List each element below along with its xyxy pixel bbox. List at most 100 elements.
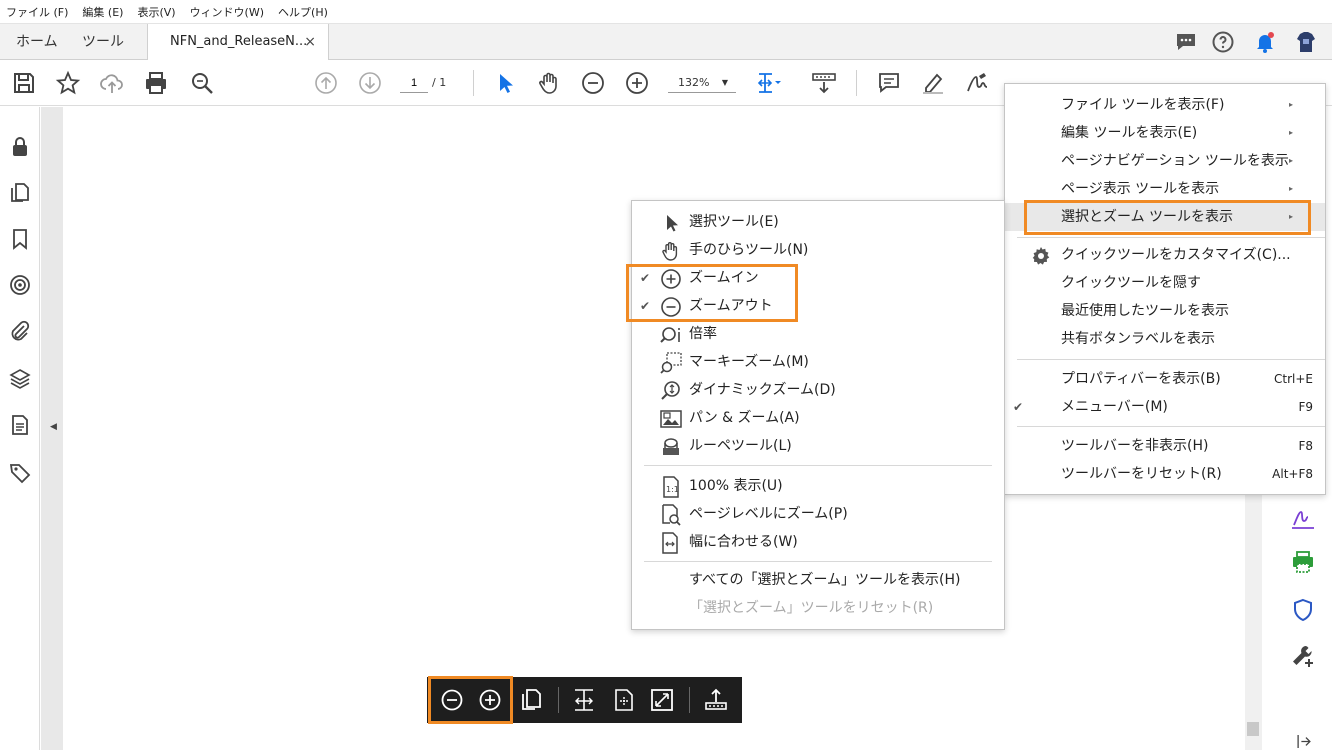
bell-icon[interactable]: [1253, 30, 1277, 54]
toolbar-divider: [473, 70, 474, 96]
save-icon[interactable]: [11, 70, 37, 96]
pages-icon[interactable]: [9, 181, 31, 203]
lock-icon[interactable]: [9, 135, 31, 157]
submenu-item-label: 手のひらツール(N): [689, 242, 809, 258]
menu-item-edit-tools[interactable]: 編集 ツールを表示(E) ▸: [1005, 119, 1325, 147]
submenu-item-label: ページレベルにズーム(P): [689, 506, 848, 522]
tab-document[interactable]: NFN_and_ReleaseN... ×: [147, 24, 329, 61]
tab-tools[interactable]: ツール: [82, 24, 124, 60]
fit-page-icon[interactable]: [756, 70, 782, 96]
menu-item-hide-quick-tools[interactable]: クイックツールを隠す: [1005, 269, 1325, 297]
submenu-item-dynamic-zoom[interactable]: ダイナミックズーム(D): [632, 376, 1004, 404]
submenu-item-magnification[interactable]: 倍率: [632, 320, 1004, 348]
bookmark-icon[interactable]: [9, 228, 31, 250]
menu-item-show-properties-bar[interactable]: プロパティバーを表示(B) Ctrl+E: [1005, 365, 1325, 393]
collapse-left-pane-icon[interactable]: ◀: [50, 422, 57, 432]
full-screen-icon[interactable]: [649, 687, 675, 713]
menu-item-reset-toolbar[interactable]: ツールバーをリセット(R) Alt+F8: [1005, 460, 1325, 488]
close-icon[interactable]: ×: [304, 24, 316, 60]
scroll-mode-icon[interactable]: [811, 70, 837, 96]
menu-item-page-display-tools[interactable]: ページ表示 ツールを表示 ▸: [1005, 175, 1325, 203]
svg-text:1:1: 1:1: [666, 485, 679, 494]
fit-width-icon: [660, 532, 682, 554]
page-zoom-icon: [660, 504, 682, 526]
submenu-item-select-tool[interactable]: 選択ツール(E): [632, 208, 1004, 236]
attachment-icon[interactable]: [9, 320, 31, 342]
submenu-item-label: 幅に合わせる(W): [689, 534, 798, 550]
submenu-item-loupe-tool[interactable]: ルーペツール(L): [632, 432, 1004, 460]
toolbar-divider: [856, 70, 857, 96]
magnifier-icon: [660, 324, 682, 346]
submenu-item-hand-tool[interactable]: 手のひらツール(N): [632, 236, 1004, 264]
select-tool-icon[interactable]: [492, 70, 518, 96]
comment-icon[interactable]: [1174, 30, 1198, 54]
prev-page-icon[interactable]: [313, 70, 339, 96]
menu-item-customize-quick-tools[interactable]: クイックツールをカスタマイズ(C)...: [1005, 241, 1325, 269]
menu-item-label: ページナビゲーション ツールを表示: [1061, 153, 1289, 169]
tag-icon[interactable]: [9, 462, 31, 484]
menu-item-label: クイックツールを隠す: [1061, 275, 1201, 291]
submenu-item-label: ダイナミックズーム(D): [689, 382, 836, 398]
next-page-icon[interactable]: [357, 70, 383, 96]
scrollbar-thumb[interactable]: [1247, 722, 1259, 736]
menu-help[interactable]: ヘルプ(H): [278, 4, 328, 20]
highlight-box: [428, 676, 513, 724]
help-icon[interactable]: [1211, 30, 1235, 54]
page-number-input[interactable]: [400, 73, 428, 93]
checkmark-icon: ✔: [1013, 400, 1024, 414]
target-icon[interactable]: [9, 274, 31, 296]
star-icon[interactable]: [55, 70, 81, 96]
dynamic-zoom-icon: [660, 380, 682, 402]
marquee-zoom-icon: [660, 352, 682, 374]
search-icon[interactable]: [189, 70, 215, 96]
menu-item-page-navigation-tools[interactable]: ページナビゲーション ツールを表示 ▸: [1005, 147, 1325, 175]
toolbar-context-menu: ファイル ツールを表示(F) ▸ 編集 ツールを表示(E) ▸ ページナビゲーシ…: [1004, 83, 1326, 495]
menu-item-menu-bar[interactable]: ✔ メニューバー(M) F9: [1005, 393, 1325, 421]
zoom-out-icon[interactable]: [580, 70, 606, 96]
pages-icon[interactable]: [518, 687, 544, 713]
menu-item-label: ツールバーを非表示(H): [1061, 438, 1209, 454]
submenu-item-label: パン & ズーム(A): [689, 410, 800, 426]
menu-view[interactable]: 表示(V): [137, 4, 175, 20]
submenu-item-reset-select-zoom-tools[interactable]: 「選択とズーム」ツールをリセット(R): [632, 594, 1004, 622]
comment-tool-icon[interactable]: [876, 70, 902, 96]
export-icon[interactable]: [703, 687, 729, 713]
menu-item-hide-toolbar[interactable]: ツールバーを非表示(H) F8: [1005, 432, 1325, 460]
submenu-item-label: マーキーズーム(M): [689, 354, 809, 370]
zoom-in-icon[interactable]: [624, 70, 650, 96]
submenu-item-marquee-zoom[interactable]: マーキーズーム(M): [632, 348, 1004, 376]
menu-item-label: 編集 ツールを表示(E): [1061, 125, 1198, 141]
shield-icon[interactable]: [1290, 597, 1316, 623]
document-properties-icon[interactable]: [9, 414, 31, 436]
submenu-item-fit-width[interactable]: 幅に合わせる(W): [632, 528, 1004, 556]
fill-sign-icon[interactable]: [1290, 505, 1316, 531]
hand-tool-icon[interactable]: [536, 70, 562, 96]
menu-item-show-recent-tools[interactable]: 最近使用したツールを表示: [1005, 297, 1325, 325]
wrench-add-icon[interactable]: [1290, 643, 1316, 669]
menu-item-label: メニューバー(M): [1061, 399, 1168, 415]
submenu-item-zoom-to-page-level[interactable]: ページレベルにズーム(P): [632, 500, 1004, 528]
print-production-icon[interactable]: [1290, 549, 1316, 575]
menu-item-shortcut: F9: [1298, 400, 1313, 414]
sign-icon[interactable]: [964, 70, 990, 96]
submenu-item-label: 選択ツール(E): [689, 214, 779, 230]
cloud-upload-icon[interactable]: [99, 70, 125, 96]
highlight-pen-icon[interactable]: [920, 70, 946, 96]
tab-home[interactable]: ホーム: [16, 24, 58, 60]
menu-window[interactable]: ウィンドウ(W): [190, 4, 264, 20]
fit-page-icon[interactable]: [571, 687, 597, 713]
submenu-item-actual-size[interactable]: 1:1 100% 表示(U): [632, 472, 1004, 500]
zoom-level-select[interactable]: 132% ▼: [668, 73, 736, 93]
menu-item-file-tools[interactable]: ファイル ツールを表示(F) ▸: [1005, 91, 1325, 119]
submenu-item-show-all-select-zoom-tools[interactable]: すべての「選択とズーム」ツールを表示(H): [632, 566, 1004, 594]
expand-right-pane-icon[interactable]: [1294, 733, 1320, 750]
print-icon[interactable]: [143, 70, 169, 96]
rotate-page-icon[interactable]: [611, 687, 637, 713]
layers-icon[interactable]: [9, 367, 31, 389]
avatar[interactable]: [1294, 30, 1318, 54]
submenu-item-pan-zoom[interactable]: パン & ズーム(A): [632, 404, 1004, 432]
page-total: / 1: [432, 76, 447, 89]
menu-file[interactable]: ファイル (F): [6, 4, 68, 20]
menu-item-show-share-labels[interactable]: 共有ボタンラベルを表示: [1005, 325, 1325, 353]
menu-edit[interactable]: 編集 (E): [82, 4, 123, 20]
